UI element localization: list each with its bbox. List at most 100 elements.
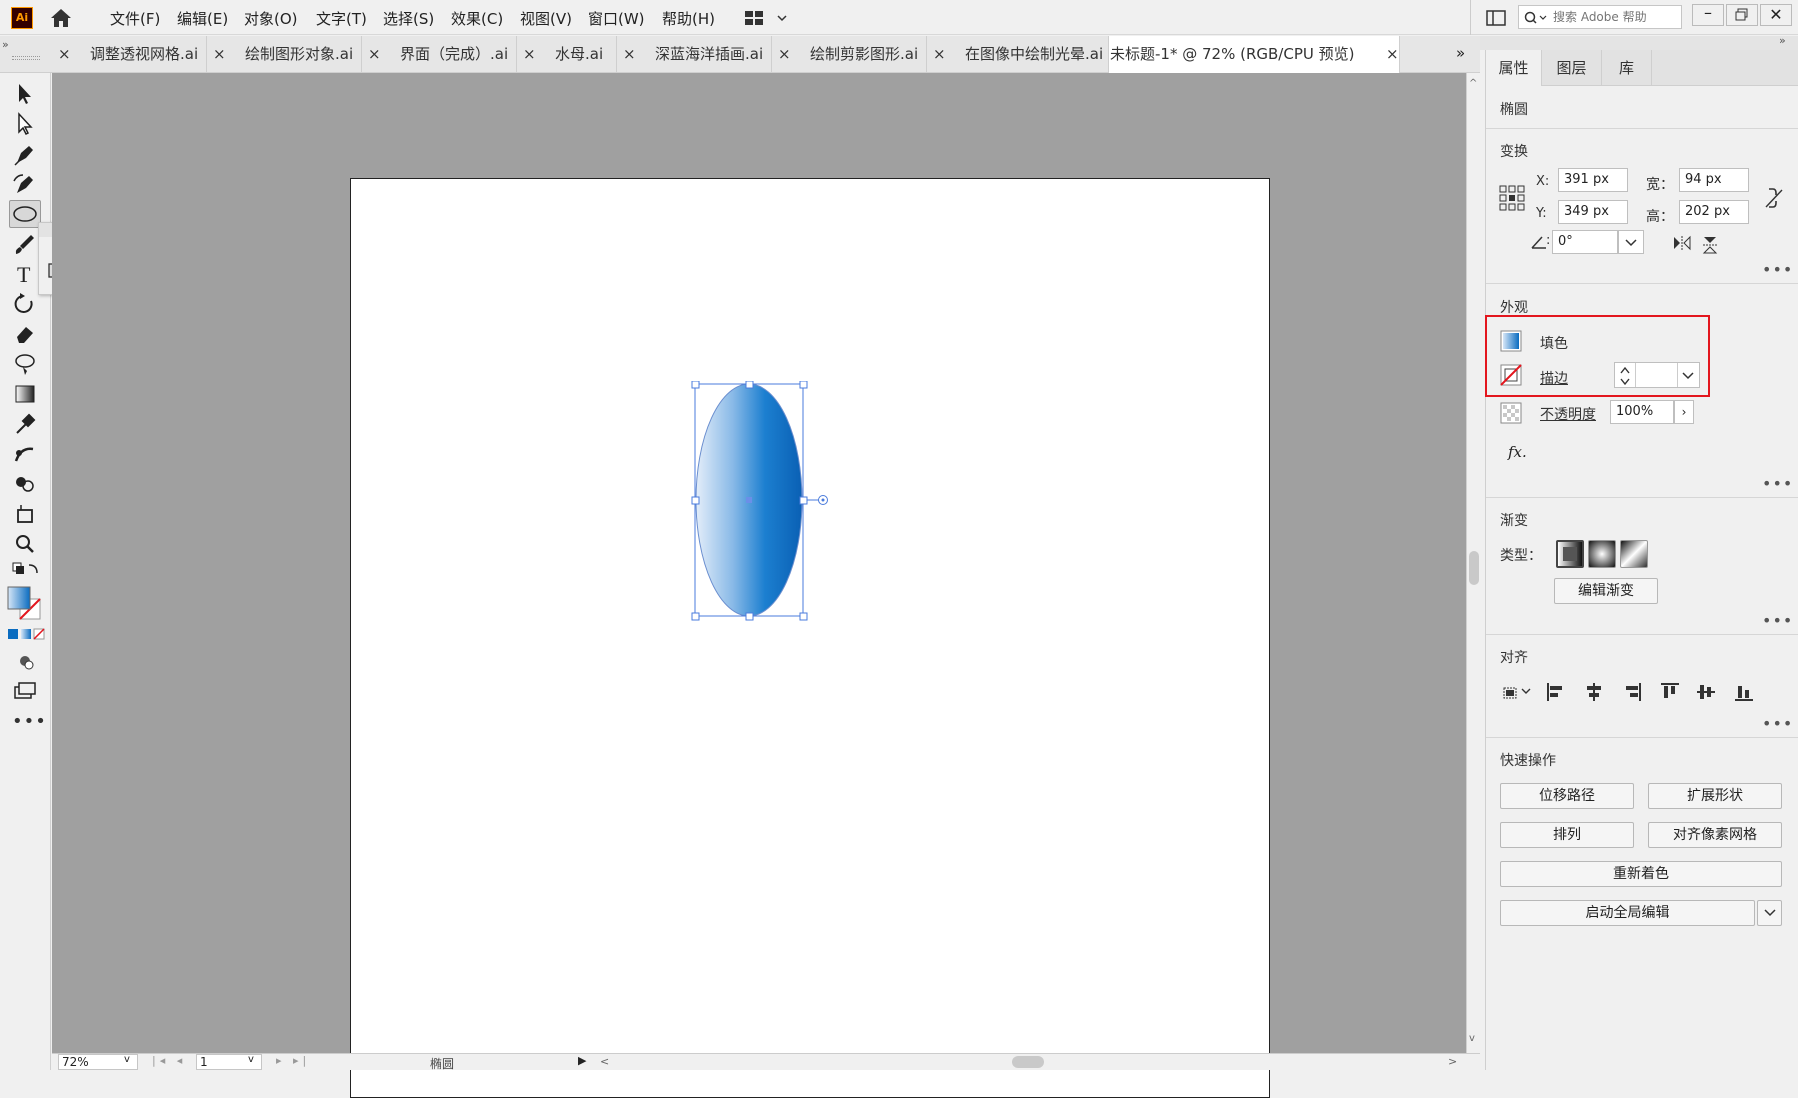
edit-gradient-button[interactable]: 编辑渐变 xyxy=(1554,578,1658,604)
tab-close-icon[interactable]: × xyxy=(623,36,636,73)
transform-more-icon[interactable]: ••• xyxy=(1762,262,1793,278)
pen-tool-icon[interactable] xyxy=(11,141,39,167)
menu-effect[interactable]: 效果(C) xyxy=(451,8,503,29)
ellipse-tool-icon[interactable] xyxy=(9,200,41,228)
paintbrush-tool-icon[interactable] xyxy=(11,231,39,257)
tab-close-icon[interactable]: × xyxy=(1386,36,1399,73)
menu-help[interactable]: 帮助(H) xyxy=(662,8,715,29)
arrange-button[interactable]: 排列 xyxy=(1500,822,1634,848)
align-top-icon[interactable] xyxy=(1660,682,1680,702)
tab-lens-flare[interactable]: × 在图像中绘制光晕.ai xyxy=(927,36,1109,73)
lasso-tool-icon[interactable] xyxy=(11,351,39,377)
opacity-label[interactable]: 不透明度 xyxy=(1540,404,1596,424)
flip-horizontal-icon[interactable] xyxy=(1672,235,1692,255)
tab-properties[interactable]: 属性 xyxy=(1486,50,1542,86)
angle-field[interactable]: 0° xyxy=(1552,230,1618,254)
align-right-icon[interactable] xyxy=(1622,682,1642,702)
radial-gradient-icon[interactable] xyxy=(1588,540,1616,568)
restore-button[interactable] xyxy=(1726,4,1758,26)
tab-close-icon[interactable]: × xyxy=(58,36,71,73)
align-bottom-icon[interactable] xyxy=(1734,682,1754,702)
more-tools-icon[interactable]: ••• xyxy=(12,711,47,732)
tab-ocean[interactable]: × 深蓝海洋插画.ai xyxy=(617,36,772,73)
direct-selection-tool-icon[interactable] xyxy=(11,111,39,137)
menu-type[interactable]: 文字(T) xyxy=(316,8,367,29)
artboard-nav-prev-icon[interactable]: |◂ ◂ xyxy=(152,1054,186,1067)
scroll-down-icon[interactable]: v xyxy=(1469,1033,1475,1044)
reference-point-icon[interactable] xyxy=(1499,185,1525,215)
fx-icon[interactable]: fx. xyxy=(1508,443,1527,461)
canvas-area[interactable] xyxy=(52,73,1466,1098)
workspace-switcher-icon[interactable] xyxy=(744,9,790,31)
tabs-overflow-icon[interactable]: » xyxy=(1456,44,1465,62)
tab-close-icon[interactable]: × xyxy=(213,36,226,73)
selection-tool-icon[interactable] xyxy=(11,81,39,107)
appearance-more-icon[interactable]: ••• xyxy=(1762,476,1793,492)
align-pixel-grid-button[interactable]: 对齐像素网格 xyxy=(1648,822,1782,848)
tab-close-icon[interactable]: × xyxy=(933,36,946,73)
menu-select[interactable]: 选择(S) xyxy=(383,8,434,29)
default-colors-icon[interactable] xyxy=(11,561,39,579)
menu-file[interactable]: 文件(F) xyxy=(110,8,160,29)
fill-swatch-icon[interactable] xyxy=(1500,330,1522,356)
screen-mode-icon[interactable] xyxy=(11,679,39,701)
menu-view[interactable]: 视图(V) xyxy=(520,8,572,29)
close-window-button[interactable]: ✕ xyxy=(1760,4,1792,26)
artboard-dropdown-icon[interactable]: v xyxy=(248,1054,254,1065)
gradient-more-icon[interactable]: ••• xyxy=(1762,613,1793,629)
eyedropper-tool-icon[interactable] xyxy=(11,411,39,437)
minimize-button[interactable]: – xyxy=(1692,4,1724,26)
fill-stroke-swatch[interactable] xyxy=(6,585,46,623)
flip-vertical-icon[interactable] xyxy=(1702,235,1718,259)
freeform-gradient-icon[interactable] xyxy=(1620,540,1648,568)
shape-builder-tool-icon[interactable] xyxy=(11,471,39,497)
fill-label[interactable]: 填色 xyxy=(1540,333,1568,353)
constrain-proportions-icon[interactable] xyxy=(1763,186,1785,214)
stroke-weight-field[interactable] xyxy=(1614,362,1700,388)
width-field[interactable]: 94 px xyxy=(1679,168,1749,192)
artboard-tool-icon[interactable] xyxy=(11,501,39,527)
help-search[interactable] xyxy=(1518,5,1682,29)
stroke-weight-stepper-icon[interactable] xyxy=(1619,365,1631,387)
opacity-field[interactable]: 100% xyxy=(1610,400,1674,424)
panel-toggle-icon[interactable] xyxy=(1486,9,1506,31)
scroll-thumb[interactable] xyxy=(1469,551,1479,585)
tab-interface[interactable]: × 界面（完成）.ai xyxy=(362,36,517,73)
type-tool-icon[interactable]: T xyxy=(11,261,39,287)
align-more-icon[interactable]: ••• xyxy=(1762,716,1793,732)
selected-ellipse[interactable] xyxy=(682,381,852,661)
tab-silhouette[interactable]: × 绘制剪影图形.ai xyxy=(772,36,927,73)
stroke-label[interactable]: 描边 xyxy=(1540,368,1568,388)
y-field[interactable]: 349 px xyxy=(1558,200,1628,224)
tab-libraries[interactable]: 库 xyxy=(1602,50,1652,86)
align-left-icon[interactable] xyxy=(1546,682,1566,702)
menu-window[interactable]: 窗口(W) xyxy=(588,8,645,29)
collapse-toolbar-icon[interactable]: » xyxy=(2,38,9,51)
offset-path-button[interactable]: 位移路径 xyxy=(1500,783,1634,809)
hscroll-left-icon[interactable]: < xyxy=(600,1055,609,1068)
global-edit-button[interactable]: 启动全局编辑 xyxy=(1500,900,1755,926)
global-edit-dropdown-icon[interactable] xyxy=(1757,900,1782,926)
collapse-panel-icon[interactable]: » xyxy=(1779,34,1786,47)
stroke-swatch-icon[interactable] xyxy=(1500,364,1522,390)
tab-adjust-perspective[interactable]: × 调整透视网格.ai xyxy=(52,36,207,73)
vertical-scrollbar[interactable]: ^ v xyxy=(1466,73,1480,1053)
opacity-expand-icon[interactable]: › xyxy=(1674,400,1694,424)
search-input[interactable] xyxy=(1553,8,1677,26)
home-icon[interactable] xyxy=(50,8,72,28)
scroll-up-icon[interactable]: ^ xyxy=(1469,78,1477,89)
tab-close-icon[interactable]: × xyxy=(523,36,536,73)
hscroll-right-icon[interactable]: > xyxy=(1448,1055,1457,1068)
recolor-button[interactable]: 重新着色 xyxy=(1500,861,1782,887)
artboard-nav-next-icon[interactable]: ▸ ▸| xyxy=(276,1054,310,1067)
stroke-dropdown-icon[interactable] xyxy=(1682,371,1694,381)
draw-mode-icon[interactable] xyxy=(11,651,39,673)
zoom-tool-icon[interactable] xyxy=(11,531,39,557)
rotate-tool-icon[interactable] xyxy=(11,291,39,317)
hscroll-thumb[interactable] xyxy=(1012,1056,1044,1068)
curvature-tool-icon[interactable] xyxy=(11,171,39,197)
tab-draw-objects[interactable]: × 绘制图形对象.ai xyxy=(207,36,362,73)
tab-layers[interactable]: 图层 xyxy=(1542,50,1602,86)
zoom-dropdown-icon[interactable]: v xyxy=(124,1054,130,1065)
menu-edit[interactable]: 编辑(E) xyxy=(177,8,228,29)
